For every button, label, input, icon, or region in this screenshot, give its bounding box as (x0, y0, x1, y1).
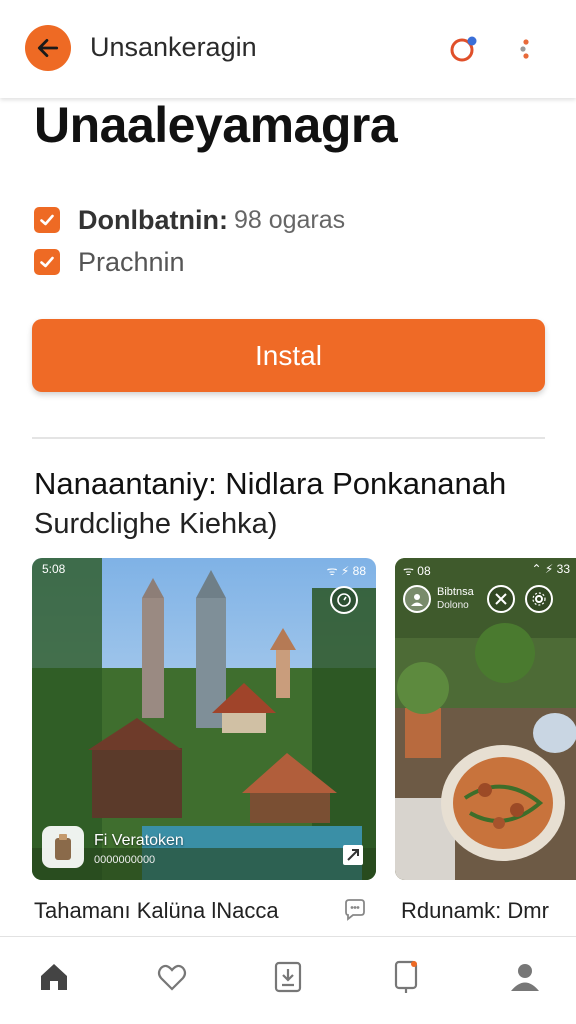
expand-icon[interactable] (340, 842, 366, 868)
nav-favorites[interactable] (152, 957, 192, 997)
feature-value: 98 ogaras (233, 205, 346, 234)
arrow-left-icon (37, 39, 59, 57)
checkbox-checked-icon (34, 249, 60, 275)
card-title[interactable]: Rdunamk: Dmr (401, 898, 549, 924)
status-bar-icons: ᯤ ⚡ 88 (326, 564, 366, 578)
more-vertical-icon[interactable] (516, 34, 536, 64)
status-bar-time: ᯤ 08 (403, 564, 431, 578)
feature-label: Prachnin (78, 246, 185, 277)
overlay-subtitle: 0000000000 (94, 854, 156, 866)
status-bar-time: 5:08 (42, 562, 66, 576)
feature-item-2: Prachnin (34, 245, 185, 279)
section-subtitle: Surdclighe Kiehka) (34, 508, 278, 540)
app-title: Unaaleyamagra (34, 97, 398, 153)
bottom-navigation (0, 936, 576, 1024)
top-app-bar: Unsankeragin (0, 0, 576, 98)
nav-profile[interactable] (505, 957, 545, 997)
profile-name: Bibtnsa (437, 586, 474, 598)
app-badge-icon (42, 826, 84, 868)
profile-icon[interactable] (403, 585, 431, 613)
settings-icon[interactable] (525, 585, 553, 613)
nav-device[interactable] (386, 957, 426, 997)
nav-home[interactable] (34, 957, 74, 997)
screenshot-card-1[interactable]: 5:08 ᯤ ⚡ 88 Fi Veratoken 0000000000 (32, 558, 376, 880)
card-title[interactable]: Tahamanı Kalüna lNacca (34, 898, 279, 924)
section-title: Nanaantaniy: Nidlara Ponkananah (34, 466, 507, 501)
screenshot-card-2[interactable]: ᯤ 08 ⌃ ⚡ 33 Bibtnsa Dolono (395, 558, 576, 880)
apps-icon (274, 961, 302, 993)
notification-icon[interactable] (448, 34, 478, 64)
divider (32, 437, 545, 439)
message-icon[interactable] (342, 897, 368, 923)
home-icon (41, 964, 67, 990)
install-button[interactable]: Instal (32, 319, 545, 392)
header-title: Unsankeragin (90, 32, 257, 62)
heart-icon (157, 964, 187, 991)
profile-subtitle: Dolono (437, 600, 469, 611)
profile-icon (511, 964, 539, 991)
mute-icon[interactable] (487, 585, 515, 613)
feature-item-1: Donlbatnin: 98 ogaras (34, 203, 345, 237)
device-icon (394, 960, 418, 993)
status-bar-icons: ⌃ ⚡ 33 (531, 562, 571, 576)
timer-icon[interactable] (330, 586, 358, 614)
nav-apps[interactable] (268, 957, 308, 997)
overlay-title: Fi Veratoken (94, 832, 184, 849)
feature-label: Donlbatnin: (78, 204, 228, 235)
checkbox-checked-icon (34, 207, 60, 233)
back-button[interactable] (25, 25, 71, 71)
